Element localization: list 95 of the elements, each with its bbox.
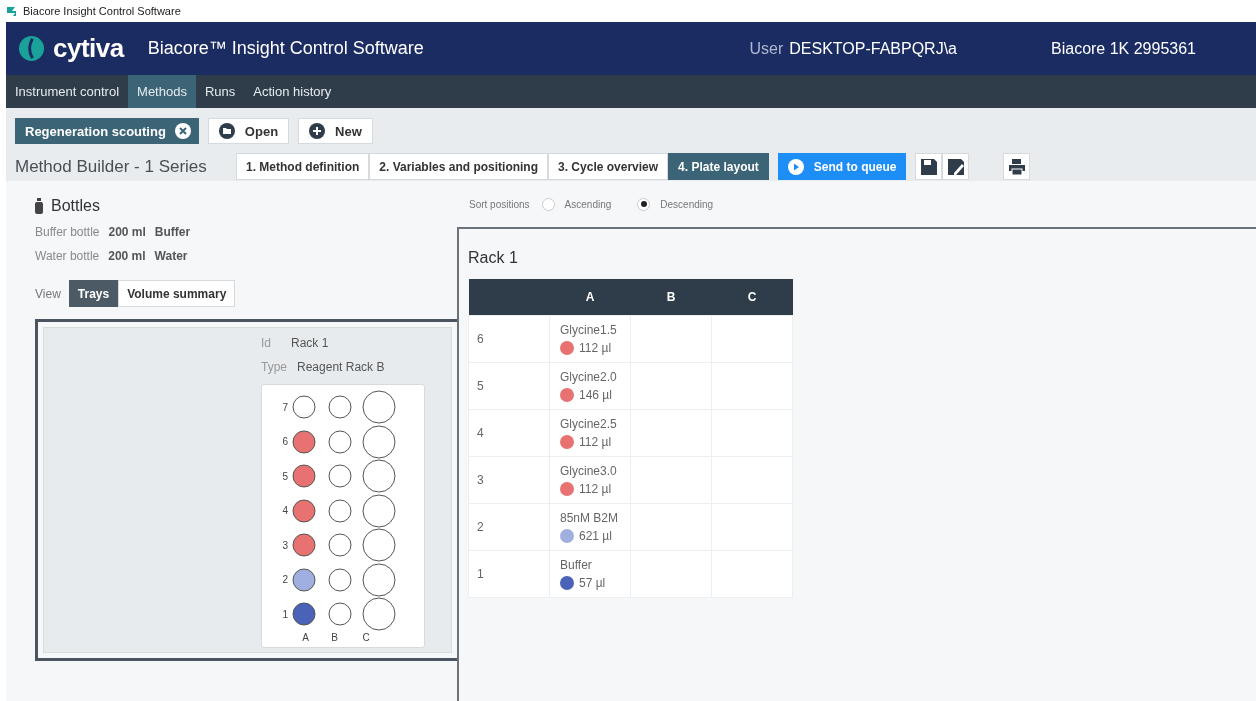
save-as-button[interactable] <box>942 153 970 180</box>
position-cell: 4 <box>468 409 550 457</box>
printer-icon <box>1007 157 1026 176</box>
step-tab[interactable]: 1. Method definition <box>236 153 370 180</box>
sort-radio[interactable]: Descending <box>637 197 714 211</box>
bottle-content: Buffer <box>154 225 191 239</box>
open-button[interactable]: Open <box>207 118 290 144</box>
sample-name: Glycine3.0 <box>560 463 618 480</box>
type-label: Type <box>261 360 287 374</box>
rack-type: Reagent Rack B <box>297 360 385 374</box>
bottle-label: Buffer bottle <box>35 225 100 239</box>
user-name: DESKTOP-FABPQRJ\a <box>789 39 957 58</box>
well-icon <box>362 424 396 459</box>
row-label: 7 <box>281 401 288 413</box>
method-tab[interactable]: Regeneration scouting <box>15 118 199 144</box>
id-label: Id <box>261 336 272 350</box>
new-button[interactable]: New <box>298 118 373 144</box>
sample-name: Glycine2.0 <box>560 369 618 386</box>
nav-tab[interactable]: Action history <box>244 75 341 108</box>
row-label: 2 <box>281 574 288 586</box>
view-toggle[interactable]: Volume summary <box>118 280 236 307</box>
well-icon <box>328 602 352 627</box>
app-title: Biacore™ Insight Control Software <box>147 38 424 59</box>
sample-volume: 112 µl <box>579 340 612 357</box>
rack-title: Rack 1 <box>468 249 519 267</box>
bottle-volume: 200 ml <box>108 225 146 239</box>
sample-name: Glycine2.5 <box>560 416 618 433</box>
logo-icon <box>18 35 45 62</box>
well-icon <box>362 493 396 528</box>
position-cell: 3 <box>468 456 550 504</box>
step-tab[interactable]: 3. Cycle overview <box>548 153 669 180</box>
bottle-volume: 200 ml <box>108 249 146 263</box>
well-icon <box>328 464 352 489</box>
step-tab[interactable]: 4. Plate layout <box>668 153 769 180</box>
row-label: 4 <box>281 505 288 517</box>
instrument-name: Biacore 1K 2995361 <box>1051 39 1196 58</box>
folder-icon <box>218 123 235 139</box>
sample-name: Buffer <box>560 557 593 574</box>
save-button[interactable] <box>915 153 943 180</box>
sample-volume: 112 µl <box>579 434 612 451</box>
play-icon <box>787 158 804 175</box>
save-edit-icon <box>946 157 965 176</box>
row-label: 6 <box>281 436 288 448</box>
app-icon <box>6 5 18 17</box>
well-icon <box>328 429 352 454</box>
sort-label: Sort positions <box>469 198 530 210</box>
column-label: C <box>361 631 371 643</box>
bottle-icon <box>35 198 43 214</box>
well-icon <box>362 562 396 597</box>
print-button[interactable] <box>1003 153 1031 180</box>
bottles-title: Bottles <box>51 197 100 215</box>
well-icon <box>362 459 396 494</box>
save-icon <box>919 157 938 176</box>
sample-volume: 146 µl <box>579 387 612 404</box>
nav-tab[interactable]: Runs <box>195 75 245 108</box>
well-icon <box>328 395 352 420</box>
rack-id: Rack 1 <box>291 336 329 350</box>
column-header: A <box>549 279 631 316</box>
well-icon <box>362 528 396 563</box>
plus-icon <box>309 123 326 139</box>
well-icon <box>292 395 316 420</box>
sample-volume: 621 µl <box>579 528 612 545</box>
user-label: User <box>749 39 784 58</box>
row-label: 1 <box>281 608 288 620</box>
brand-name: cytiva <box>53 33 124 64</box>
sample-volume: 112 µl <box>579 481 612 498</box>
column-header: B <box>630 279 712 316</box>
bottle-label: Water bottle <box>35 249 100 263</box>
position-cell: 6 <box>468 315 550 363</box>
view-toggle[interactable]: Trays <box>68 280 119 307</box>
nav-tab[interactable]: Methods <box>128 75 196 108</box>
sample-name: 85nM B2M <box>560 510 620 527</box>
well-icon <box>328 498 352 523</box>
position-cell: 1 <box>468 550 550 598</box>
column-label: A <box>301 631 310 643</box>
well-icon <box>362 597 396 632</box>
bottle-content: Water <box>154 249 188 263</box>
row-label: 3 <box>281 539 288 551</box>
sample-name: Glycine1.5 <box>560 322 618 339</box>
column-header: C <box>711 279 793 316</box>
step-tab[interactable]: 2. Variables and positioning <box>369 153 549 180</box>
well-icon <box>328 567 352 592</box>
view-label: View <box>35 286 61 301</box>
nav-tab[interactable]: Instrument control <box>6 75 129 108</box>
window-title: Biacore Insight Control Software <box>23 5 181 17</box>
position-cell: 2 <box>468 503 550 551</box>
sample-volume: 57 µl <box>579 575 606 592</box>
builder-title: Method Builder - 1 Series <box>15 156 208 177</box>
sort-radio[interactable]: Ascending <box>541 197 612 211</box>
well-icon <box>328 533 352 558</box>
well-icon <box>362 390 396 425</box>
column-label: B <box>330 631 339 643</box>
row-label: 5 <box>281 470 288 482</box>
close-icon[interactable] <box>174 123 191 139</box>
position-cell: 5 <box>468 362 550 410</box>
